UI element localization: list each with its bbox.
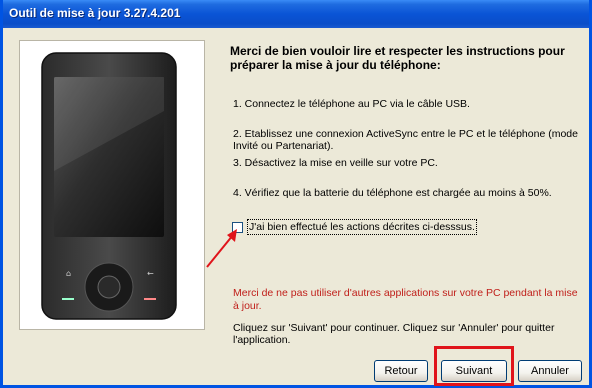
step-1: 1. Connectez le téléphone au PC via le c… — [233, 98, 470, 110]
svg-text:⌂: ⌂ — [66, 269, 71, 278]
red-arrow-annotation — [206, 229, 237, 268]
title-bar[interactable]: Outil de mise à jour 3.27.4.201 — [3, 0, 589, 28]
phone-illustration: ⌂ ← — [41, 52, 177, 320]
step-3: 3. Désactivez la mise en veille sur votr… — [233, 157, 438, 169]
step-4: 4. Vérifiez que la batterie du téléphone… — [233, 187, 552, 199]
confirm-row[interactable]: J'ai bien effectué les actions décrites … — [232, 219, 477, 235]
updater-window: Outil de mise à jour 3.27.4.201 ⌂ ← Merc… — [0, 0, 592, 388]
phone-image-panel: ⌂ ← — [19, 40, 205, 330]
instructions-heading: Merci de bien vouloir lire et respecter … — [230, 44, 565, 72]
warning-text: Merci de ne pas utiliser d'autres applic… — [233, 287, 578, 312]
step-2: 2. Etablissez une connexion ActiveSync e… — [233, 128, 578, 152]
back-button[interactable]: Retour — [374, 360, 428, 382]
cancel-button[interactable]: Annuler — [518, 360, 582, 382]
info-text: Cliquez sur 'Suivant' pour continuer. Cl… — [233, 322, 555, 346]
window-title: Outil de mise à jour 3.27.4.201 — [9, 6, 181, 20]
next-highlight-annotation — [434, 346, 514, 386]
svg-text:←: ← — [147, 269, 154, 278]
confirm-checkbox-label[interactable]: J'ai bien effectué les actions décrites … — [247, 219, 477, 235]
